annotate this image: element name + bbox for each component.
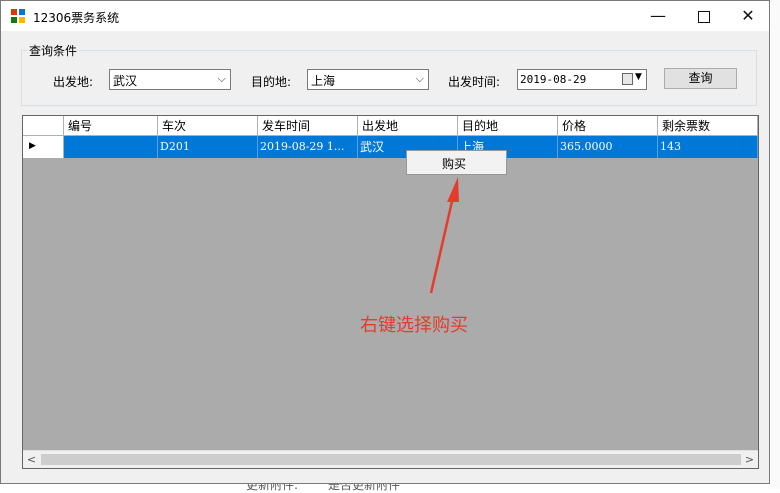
annotation-arrow-icon	[429, 177, 459, 294]
annotation-text: 右键选择购买	[360, 315, 468, 336]
background-window-strip	[771, 0, 780, 489]
main-window: 12306票务系统 — ✕ 查询条件 出发地: 武汉 ⌵ 目的地: 上海 ⌵ 出…	[0, 0, 770, 484]
